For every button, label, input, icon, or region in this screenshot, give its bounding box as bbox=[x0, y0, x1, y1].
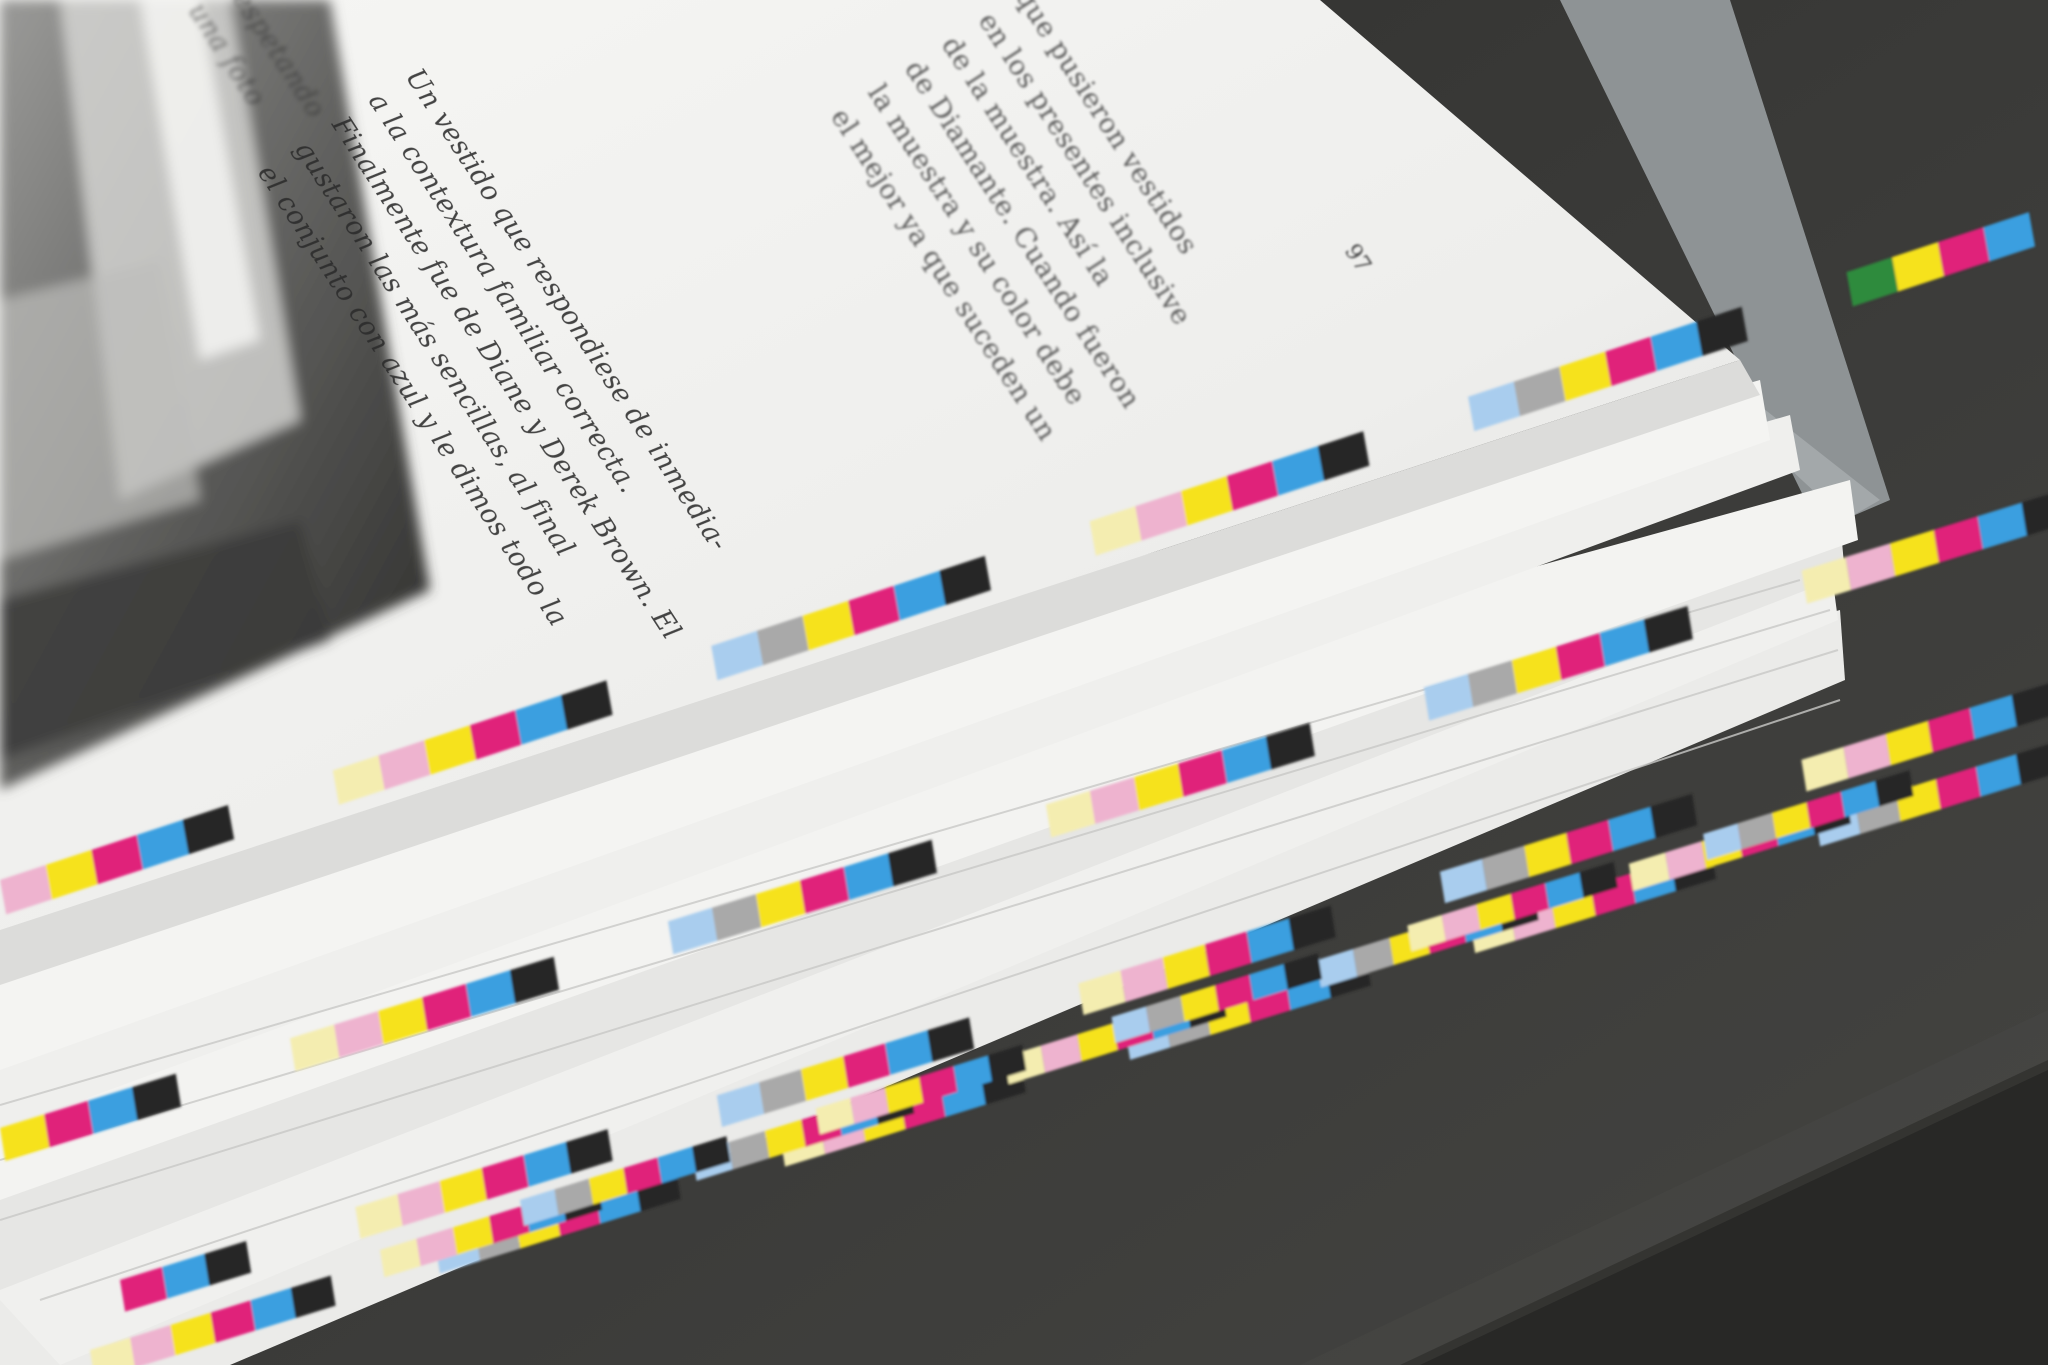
photo-scene: respetando una foto Un vestido que respo… bbox=[0, 0, 2048, 1365]
